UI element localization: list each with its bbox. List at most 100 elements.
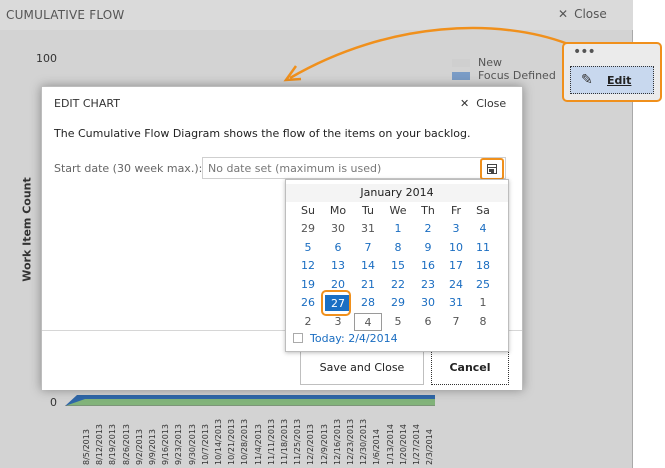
x-tick-text: 8/26/2013	[121, 423, 131, 465]
x-tick-text: 9/9/2013	[148, 429, 157, 465]
calendar-day[interactable]: 10	[442, 239, 470, 257]
x-tick-text: 10/7/2013	[200, 423, 210, 465]
x-tick-label: 2/3/2014	[425, 408, 435, 468]
calendar-day[interactable]: 2	[414, 220, 442, 238]
x-tick-label: 8/26/2013	[122, 408, 132, 468]
x-tick-label: 8/5/2013	[82, 408, 92, 468]
x-tick-label: 12/9/2013	[320, 408, 330, 468]
chart-menu-callout: ••• ✎ Edit	[562, 42, 662, 102]
calendar-day[interactable]: 25	[469, 276, 497, 294]
x-tick-label: 8/12/2013	[95, 408, 105, 468]
calendar-day[interactable]: 31	[354, 220, 382, 238]
x-tick-text: 12/30/2013	[359, 418, 369, 465]
calendar-day[interactable]: 19	[294, 276, 322, 294]
x-tick-label: 12/23/2013	[346, 408, 356, 468]
calendar-day[interactable]: 30	[324, 220, 352, 238]
legend-swatch	[452, 72, 470, 80]
calendar-day[interactable]: 6	[324, 239, 352, 257]
legend-label: New	[478, 56, 502, 69]
calendar-day[interactable]: 7	[442, 313, 470, 331]
x-tick-label: 10/7/2013	[201, 408, 211, 468]
x-tick-text: 1/20/2014	[398, 423, 408, 465]
x-tick-text: 9/30/2013	[187, 423, 197, 465]
x-tick-text: 10/28/2013	[240, 418, 250, 465]
calendar-day[interactable]: 29	[294, 220, 322, 238]
chart-area	[65, 395, 435, 406]
calendar-month-title: January 2014	[286, 184, 508, 202]
calendar-day[interactable]: 30	[414, 294, 442, 312]
calendar-day[interactable]: 8	[469, 313, 497, 331]
calendar-day[interactable]: 12	[294, 257, 322, 275]
dialog-close-button[interactable]: ✕ Close	[460, 97, 506, 110]
calendar-day[interactable]: 24	[442, 276, 470, 294]
dialog-close-label: Close	[476, 97, 507, 110]
y-tick-label: 100	[36, 52, 57, 65]
x-tick-text: 12/23/2013	[346, 418, 355, 465]
x-tick-label: 8/19/2013	[108, 408, 118, 468]
x-tick-text: 12/16/2013	[332, 418, 342, 465]
y-axis-label: Work Item Count	[20, 177, 34, 282]
weekday-header: We	[389, 204, 407, 217]
calendar-day[interactable]: 9	[414, 239, 442, 257]
x-tick-text: 11/11/2013	[266, 418, 276, 465]
calendar-day[interactable]: 7	[354, 239, 382, 257]
calendar-day[interactable]: 5	[294, 239, 322, 257]
calendar-day[interactable]: 3	[442, 220, 470, 238]
calendar-day[interactable]: 29	[384, 294, 412, 312]
calendar-icon	[487, 164, 497, 174]
window-close-button[interactable]: ✕ Close	[558, 7, 607, 21]
cancel-button[interactable]: Cancel	[431, 351, 509, 385]
calendar-day[interactable]: 4	[354, 312, 382, 331]
x-tick-label: 10/28/2013	[240, 408, 250, 468]
calendar-day[interactable]: 6	[414, 313, 442, 331]
calendar-day[interactable]: 22	[384, 276, 412, 294]
date-picker-calendar: January 2014 Su Mo Tu We Th Fr Sa 29 30 31 1 2 3 4 5 6 7…	[285, 179, 509, 352]
calendar-day[interactable]: 23	[414, 276, 442, 294]
x-tick-text: 10/21/2013	[227, 418, 237, 465]
y-tick-label: 0	[50, 396, 57, 409]
calendar-day[interactable]: 1	[469, 294, 497, 312]
close-icon: ✕	[558, 7, 569, 21]
x-tick-label: 9/30/2013	[188, 408, 198, 468]
save-and-close-button[interactable]: Save and Close	[300, 351, 424, 385]
calendar-day[interactable]: 18	[469, 257, 497, 275]
calendar-day[interactable]: 28	[354, 294, 382, 312]
x-tick-text: 1/6/2014	[372, 429, 382, 465]
x-tick-label: 11/18/2013	[280, 408, 290, 468]
calendar-day[interactable]: 17	[442, 257, 470, 275]
edit-button[interactable]: ✎ Edit	[570, 66, 654, 94]
x-tick-label: 12/2/2013	[306, 408, 316, 468]
today-link[interactable]: Today: 2/4/2014	[310, 332, 398, 345]
x-tick-text: 1/27/2014	[412, 423, 421, 465]
start-date-label: Start date (30 week max.):	[54, 162, 203, 175]
window-header: CUMULATIVE FLOW ✕ Close	[0, 0, 633, 30]
calendar-day[interactable]: 14	[354, 257, 382, 275]
calendar-day[interactable]: 13	[324, 257, 352, 275]
today-checkbox[interactable]	[293, 333, 303, 343]
calendar-day[interactable]: 21	[354, 276, 382, 294]
calendar-day[interactable]: 31	[442, 294, 470, 312]
x-tick-label: 12/16/2013	[333, 408, 343, 468]
x-tick-text: 9/23/2013	[174, 423, 184, 465]
start-date-input[interactable]: No date set (maximum is used)	[202, 157, 506, 179]
more-options-icon[interactable]: •••	[573, 44, 596, 60]
calendar-day[interactable]: 26	[294, 294, 322, 312]
x-tick-text: 8/12/2013	[95, 423, 105, 465]
calendar-day[interactable]: 11	[469, 239, 497, 257]
x-tick-label: 9/16/2013	[161, 408, 171, 468]
calendar-day[interactable]: 8	[384, 239, 412, 257]
weekday-header: Su	[301, 204, 315, 217]
close-icon: ✕	[460, 97, 470, 110]
calendar-day[interactable]: 5	[384, 313, 412, 331]
calendar-day[interactable]: 1	[384, 220, 412, 238]
window-close-label: Close	[574, 7, 607, 21]
x-tick-text: 12/9/2013	[319, 423, 329, 465]
calendar-day[interactable]: 16	[414, 257, 442, 275]
calendar-day[interactable]: 4	[469, 220, 497, 238]
x-tick-label: 10/14/2013	[214, 408, 224, 468]
calendar-day[interactable]: 15	[384, 257, 412, 275]
x-tick-label: 9/2/2013	[135, 408, 145, 468]
calendar-day[interactable]: 2	[294, 313, 322, 331]
calendar-picker-button[interactable]	[480, 158, 504, 180]
x-tick-label: 12/30/2013	[359, 408, 369, 468]
